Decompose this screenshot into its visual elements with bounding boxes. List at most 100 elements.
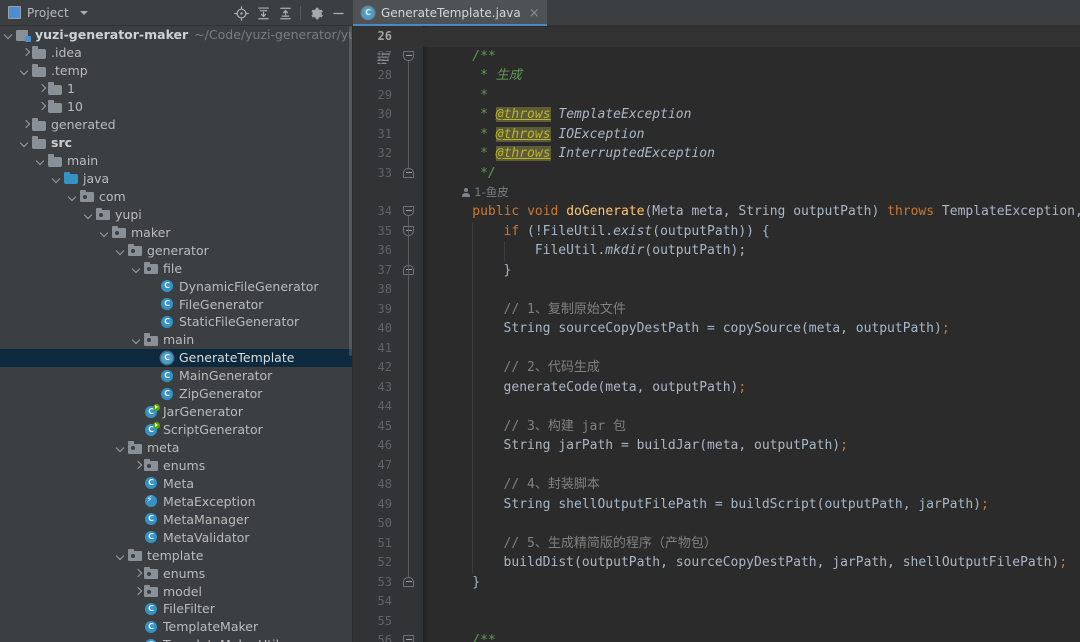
code-line[interactable]: generateCode(meta, outputPath);	[504, 378, 747, 398]
code-line[interactable]: // 3、构建 jar 包	[504, 417, 626, 437]
code-line[interactable]: String jarPath = buildJar(meta, outputPa…	[504, 436, 848, 456]
tree-item-zipgenerator[interactable]: CZipGenerator	[0, 385, 352, 403]
tree-item-metaexception[interactable]: MetaException	[0, 492, 352, 510]
code-author-inlay-hint[interactable]: 1-鱼皮	[462, 184, 508, 201]
chevron-down-icon[interactable]	[36, 155, 47, 166]
tree-item-generator[interactable]: generator	[0, 241, 352, 259]
code-line[interactable]: // 4、封装脚本	[504, 475, 600, 495]
tree-item-1[interactable]: 1	[0, 80, 352, 98]
chevron-down-icon[interactable]	[52, 173, 63, 184]
chevron-down-icon[interactable]	[116, 442, 127, 453]
code-line[interactable]: * 生成	[472, 66, 521, 86]
chevron-down-icon[interactable]	[100, 227, 111, 238]
tree-item-templatemakerutils[interactable]: CTemplateMakerUtils	[0, 636, 352, 642]
tree-item--idea[interactable]: .idea	[0, 44, 352, 62]
tree-item-main[interactable]: main	[0, 152, 352, 170]
tree-item-jargenerator[interactable]: CJarGenerator	[0, 403, 352, 421]
chevron-down-icon[interactable]	[68, 191, 79, 202]
chevron-down-icon[interactable]	[116, 245, 127, 256]
chevron-right-icon[interactable]	[20, 47, 31, 58]
code-line[interactable]: * @throws IOException	[472, 125, 644, 145]
editor-gutter[interactable]: 2627282930313233343536373839404142434445…	[353, 26, 423, 642]
chevron-right-icon[interactable]	[36, 83, 47, 94]
code-line[interactable]: /**	[472, 631, 495, 642]
tree-item-model[interactable]: model	[0, 582, 352, 600]
code-line[interactable]: String shellOutputFilePath = buildScript…	[504, 495, 989, 515]
chevron-down-icon[interactable]	[132, 263, 143, 274]
code-line[interactable]: // 1、复制原始文件	[504, 300, 626, 320]
fold-expand-icon[interactable]	[402, 264, 415, 277]
editor-tab-generatetemplate[interactable]: C GenerateTemplate.java ×	[353, 0, 547, 26]
project-tree-panel[interactable]: yuzi-generator-maker~/Code/yuzi-generato…	[0, 26, 353, 642]
chevron-down-icon[interactable]	[20, 137, 31, 148]
expand-all-icon[interactable]	[252, 2, 274, 24]
code-line[interactable]: }	[504, 261, 512, 281]
fold-expand-icon[interactable]	[402, 167, 415, 180]
tree-item-com[interactable]: com	[0, 187, 352, 205]
tree-item-generatetemplate[interactable]: CGenerateTemplate	[0, 349, 352, 367]
tree-item-enums[interactable]: enums	[0, 564, 352, 582]
chevron-right-icon[interactable]	[132, 568, 143, 579]
fold-expand-icon[interactable]	[402, 576, 415, 589]
tree-item-filegenerator[interactable]: CFileGenerator	[0, 295, 352, 313]
collapse-all-icon[interactable]	[274, 2, 296, 24]
chevron-down-icon[interactable]	[20, 65, 31, 76]
tree-item-main[interactable]: main	[0, 331, 352, 349]
close-icon[interactable]: ×	[529, 7, 540, 20]
tree-item-java[interactable]: java	[0, 170, 352, 188]
chevron-down-icon[interactable]	[132, 334, 143, 345]
tree-item-metamanager[interactable]: CMetaManager	[0, 510, 352, 528]
project-panel-title-group[interactable]: Project	[0, 6, 88, 20]
code-line[interactable]: // 5、生成精简版的程序（产物包）	[504, 534, 717, 554]
javadoc-gutter-icon[interactable]	[377, 50, 390, 63]
tree-item-staticfilegenerator[interactable]: CStaticFileGenerator	[0, 313, 352, 331]
tree-item--temp[interactable]: .temp	[0, 62, 352, 80]
tree-item-yupi[interactable]: yupi	[0, 205, 352, 223]
tree-item-meta[interactable]: CMeta	[0, 474, 352, 492]
tree-item-10[interactable]: 10	[0, 98, 352, 116]
tree-item-generated[interactable]: generated	[0, 116, 352, 134]
tree-item-scriptgenerator[interactable]: CScriptGenerator	[0, 421, 352, 439]
code-line[interactable]: String sourceCopyDestPath = copySource(m…	[504, 319, 950, 339]
code-line[interactable]: // 2、代码生成	[504, 358, 600, 378]
chevron-right-icon[interactable]	[20, 119, 31, 130]
gear-icon[interactable]	[305, 2, 327, 24]
tree-item-yuzi-generator-maker[interactable]: yuzi-generator-maker~/Code/yuzi-generato…	[0, 26, 352, 44]
sidebar-scrollbar-thumb[interactable]	[349, 26, 352, 356]
tree-item-metavalidator[interactable]: CMetaValidator	[0, 528, 352, 546]
chevron-down-icon[interactable]	[4, 29, 15, 40]
locate-icon[interactable]	[230, 2, 252, 24]
fold-collapse-icon[interactable]	[402, 50, 415, 63]
chevron-right-icon[interactable]	[132, 460, 143, 471]
code-line[interactable]: */	[472, 164, 495, 184]
chevron-right-icon[interactable]	[132, 586, 143, 597]
tree-item-maker[interactable]: maker	[0, 223, 352, 241]
chevron-down-icon[interactable]	[116, 550, 127, 561]
fold-collapse-icon[interactable]	[402, 634, 415, 642]
tree-item-file[interactable]: file	[0, 259, 352, 277]
code-line[interactable]: *	[472, 86, 488, 106]
chevron-down-icon[interactable]	[84, 209, 95, 220]
sidebar-scrollbar[interactable]	[349, 26, 352, 642]
fold-collapse-icon[interactable]	[402, 225, 415, 238]
tree-item-templatemaker[interactable]: CTemplateMaker	[0, 618, 352, 636]
tree-item-src[interactable]: src	[0, 134, 352, 152]
minimize-icon[interactable]	[327, 2, 349, 24]
code-line[interactable]: FileUtil.mkdir(outputPath);	[535, 241, 746, 261]
code-line[interactable]: buildDist(outputPath, sourceCopyDestPath…	[504, 553, 1068, 573]
tree-item-meta[interactable]: meta	[0, 439, 352, 457]
code-editor[interactable]: 2627282930313233343536373839404142434445…	[353, 26, 1080, 642]
code-line[interactable]: if (!FileUtil.exist(outputPath)) {	[504, 222, 770, 242]
code-line[interactable]: * @throws TemplateException	[472, 105, 691, 125]
chevron-down-icon[interactable]	[80, 11, 88, 15]
tree-item-template[interactable]: template	[0, 546, 352, 564]
code-line[interactable]: * @throws InterruptedException	[472, 144, 715, 164]
editor-code-area[interactable]: /** * 生成 * * @throws TemplateException *…	[423, 26, 1080, 642]
tree-item-maingenerator[interactable]: CMainGenerator	[0, 367, 352, 385]
chevron-right-icon[interactable]	[36, 101, 47, 112]
code-line[interactable]: /**	[472, 47, 495, 67]
tree-item-filefilter[interactable]: CFileFilter	[0, 600, 352, 618]
code-line[interactable]: }	[472, 573, 480, 593]
tree-item-dynamicfilegenerator[interactable]: CDynamicFileGenerator	[0, 277, 352, 295]
fold-collapse-icon[interactable]	[402, 205, 415, 218]
